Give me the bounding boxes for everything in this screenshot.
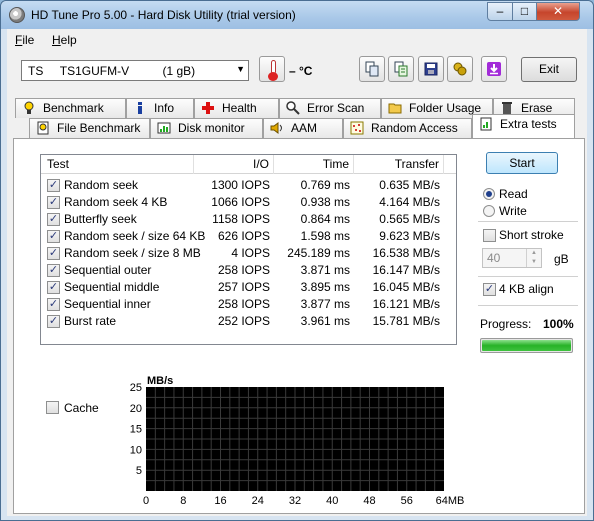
tab-info-label: Info: [154, 101, 175, 115]
benchmark-icon: [24, 101, 34, 114]
chart-x-tick-label: 48: [363, 495, 375, 507]
tab-folder-usage-label: Folder Usage: [409, 101, 482, 115]
chart-y-tick-label: 5: [136, 465, 142, 477]
copy-text-icon: [394, 61, 408, 77]
tab-erase-label: Erase: [521, 101, 553, 115]
tab-benchmark-label: Benchmark: [43, 101, 104, 115]
hd-tune-app-icon: [9, 7, 25, 23]
exit-button[interactable]: Exit: [521, 57, 577, 82]
copy-icon: [365, 61, 379, 77]
chart-y-tick-label: 15: [130, 424, 142, 436]
tab-health-label: Health: [222, 101, 257, 115]
tab-disk-monitor-label: Disk monitor: [178, 121, 245, 135]
erase-icon: [502, 102, 512, 114]
thermometer-icon: [259, 56, 285, 82]
tab-aam-label: AAM: [291, 121, 318, 135]
tab-file-benchmark[interactable]: File Benchmark: [29, 118, 150, 138]
chart-x-tick-label: 0: [143, 495, 149, 507]
tab-random-access-label: Random Access: [371, 121, 458, 135]
error-scan-icon: [286, 101, 300, 115]
extra-tests-panel: Test I/O Time Transfer ✓ Random seek 1300 …: [13, 138, 585, 514]
copy-text-button[interactable]: [388, 56, 414, 82]
app-window: HD Tune Pro 5.00 - Hard Disk Utility (tr…: [0, 0, 594, 521]
chart-x-tick-label: 32: [289, 495, 301, 507]
chart-x-tick-label: 40: [326, 495, 338, 507]
temperature-readout: – °C: [289, 64, 313, 78]
screenshot-button[interactable]: [447, 56, 473, 82]
tab-health[interactable]: Health: [194, 98, 279, 118]
health-icon: [202, 102, 214, 114]
speaker-icon: [270, 122, 282, 134]
drive-select[interactable]: TS TS1GUFM-V (1 gB) ▼: [21, 60, 249, 81]
random-access-icon: [350, 121, 364, 135]
tab-disk-monitor[interactable]: Disk monitor: [150, 118, 263, 138]
chart-y-tick-label: 25: [130, 382, 142, 394]
minimize-button[interactable]: –: [487, 2, 513, 21]
menu-help[interactable]: Help: [52, 33, 77, 47]
copy-button[interactable]: [359, 56, 385, 82]
chart-y-axis-label: MB/s: [147, 375, 173, 387]
chevron-down-icon: ▼: [236, 64, 245, 74]
tab-row-2: File Benchmark Disk monitor AAM Random A…: [7, 114, 587, 138]
drive-select-value: TS TS1GUFM-V (1 gB): [28, 64, 196, 78]
tab-extra-tests-label: Extra tests: [500, 117, 557, 131]
save-icon: [424, 62, 438, 76]
main-client-area: TS TS1GUFM-V (1 gB) ▼ – °C Exit Benchmar…: [7, 51, 587, 516]
transfer-chart: MB/s 25 20 15 10 5 0 8 16 24 32 40 48 56 64MB: [130, 375, 465, 507]
menu-bar: File Help: [7, 29, 587, 51]
extra-tests-icon: [480, 117, 492, 131]
download-button[interactable]: [481, 56, 507, 82]
folder-icon: [388, 103, 402, 114]
screenshot-icon: [453, 62, 467, 76]
tab-error-scan[interactable]: Error Scan: [279, 98, 381, 118]
download-icon: [487, 62, 501, 76]
save-button[interactable]: [418, 56, 444, 82]
chart-x-tick-label: 56: [401, 495, 413, 507]
chart-x-tick-label: 16: [214, 495, 226, 507]
chart-x-tick-label: 8: [180, 495, 186, 507]
tab-extra-tests[interactable]: Extra tests: [472, 114, 575, 138]
file-benchmark-icon: [37, 121, 49, 135]
tab-info[interactable]: Info: [126, 98, 194, 118]
chart-x-tick-label: 64MB: [436, 495, 465, 507]
chart-y-tick-label: 10: [130, 444, 142, 456]
tab-random-access[interactable]: Random Access: [343, 118, 472, 138]
tab-error-scan-label: Error Scan: [307, 101, 365, 115]
tab-file-benchmark-label: File Benchmark: [57, 121, 141, 135]
tab-aam[interactable]: AAM: [263, 118, 343, 138]
chart-x-tick-label: 24: [252, 495, 264, 507]
disk-monitor-icon: [157, 122, 171, 134]
info-icon: [138, 102, 142, 114]
tab-benchmark[interactable]: Benchmark: [15, 98, 126, 118]
window-title: HD Tune Pro 5.00 - Hard Disk Utility (tr…: [31, 8, 296, 22]
maximize-button[interactable]: □: [512, 2, 537, 21]
chart-y-tick-label: 20: [130, 403, 142, 415]
close-button[interactable]: ✕: [536, 2, 580, 21]
title-bar[interactable]: HD Tune Pro 5.00 - Hard Disk Utility (tr…: [1, 1, 593, 29]
menu-file[interactable]: File: [15, 33, 34, 47]
